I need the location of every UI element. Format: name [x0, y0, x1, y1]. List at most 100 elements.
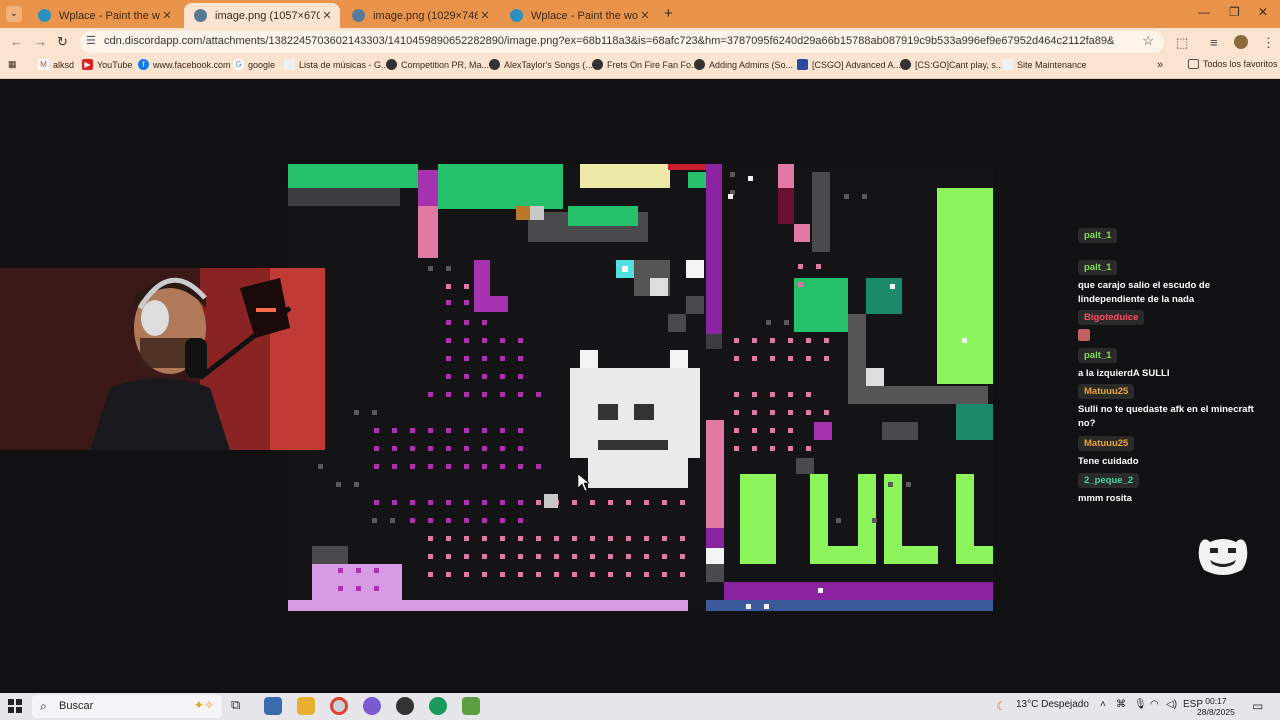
calculator-icon[interactable]	[264, 697, 282, 715]
window-close-icon[interactable]: ✕	[1258, 5, 1268, 19]
bookmark-google[interactable]: Ggoogle	[233, 59, 275, 70]
clock[interactable]: 00:17 28/8/2025	[1197, 696, 1235, 718]
folder-icon	[1188, 59, 1199, 69]
chat-message: Matuuu25 Tene cuidado	[1078, 436, 1139, 469]
chat-username: 2_peque_2	[1078, 473, 1140, 488]
tab-strip: ⌄ Wplace - Paint the world ✕ image.png (…	[0, 0, 1280, 28]
close-icon[interactable]: ✕	[320, 9, 334, 22]
weather-text[interactable]: 13°C Despejado	[1016, 699, 1089, 710]
streamer-webcam	[0, 268, 325, 450]
all-bookmarks[interactable]: Todos los favoritos	[1188, 59, 1278, 69]
network-tray-icon[interactable]: ⌘	[1116, 699, 1126, 710]
wifi-icon[interactable]: ◠	[1150, 699, 1159, 710]
clock-date: 28/8/2025	[1197, 707, 1235, 717]
globe-icon	[510, 9, 523, 22]
chevron-up-icon[interactable]: ˄	[1100, 699, 1106, 710]
page-icon	[1002, 59, 1013, 70]
google-icon: G	[233, 59, 244, 70]
chat-text: Tene cuidado	[1078, 456, 1139, 467]
profile-avatar[interactable]	[1234, 35, 1248, 49]
bookmark-youtube[interactable]: ▶ YouTube	[82, 59, 132, 70]
windows-start-icon[interactable]	[8, 699, 22, 713]
volume-icon[interactable]: ◁)	[1166, 699, 1177, 710]
page-icon	[284, 59, 295, 70]
file-explorer-icon[interactable]	[297, 697, 315, 715]
chat-username: Matuuu25	[1078, 436, 1135, 451]
sparkle-icon: ✦✧	[193, 698, 214, 712]
chat-message: 2_peque_2 mmm rosita	[1078, 473, 1140, 506]
site-info-icon[interactable]: ☰	[86, 34, 96, 47]
bookmark-frets[interactable]: Frets On Fire Fan Fo...	[592, 59, 699, 70]
gmail-icon: M	[38, 59, 49, 70]
bookmark-csgo-cant-play[interactable]: [CS:GO]Cant play, s...	[900, 59, 1003, 70]
chat-text: que carajo salio el escudo de lindependi…	[1078, 280, 1210, 305]
obs-icon[interactable]	[396, 697, 414, 715]
tab-title: image.png (1029×746)	[373, 9, 478, 22]
bookmark-csgo-advanced[interactable]: [CSGO] Advanced A...	[797, 59, 901, 70]
globe-icon	[900, 59, 911, 70]
emote-icon	[1078, 329, 1090, 341]
new-tab-button[interactable]: +	[664, 5, 673, 22]
close-icon[interactable]: ✕	[638, 9, 652, 22]
task-view-icon[interactable]: ⧉	[231, 697, 249, 715]
discord-icon[interactable]	[363, 697, 381, 715]
url-text: cdn.discordapp.com/attachments/138224570…	[104, 35, 1115, 47]
pixel-art-canvas	[288, 164, 993, 611]
bookmark-star-icon[interactable]: ☆	[1142, 33, 1154, 49]
minecraft-icon[interactable]	[462, 697, 480, 715]
pixel-art-image[interactable]	[288, 164, 993, 611]
tab-image-2[interactable]: image.png (1029×746) ✕	[342, 3, 498, 28]
globe-icon	[352, 9, 365, 22]
forward-icon[interactable]: →	[34, 34, 47, 49]
chat-text: mmm rosita	[1078, 493, 1132, 504]
globe-icon	[194, 9, 207, 22]
taskbar: ⌕ Buscar ✦✧ ⧉ ☾ 13°C Despejado ˄ ⌘ 🎙 ◠ ◁…	[0, 693, 1280, 720]
globe-icon	[386, 59, 397, 70]
chat-message: palt_1 a la izquierdA SULLI	[1078, 348, 1170, 381]
tab-search-button[interactable]: ⌄	[6, 6, 22, 22]
chat-message: Bigoteduice	[1078, 310, 1145, 341]
chevron-right-icon[interactable]: »	[1157, 59, 1163, 71]
mic-icon[interactable]: 🎙	[1134, 699, 1147, 710]
clock-time: 00:17	[1205, 696, 1227, 706]
bookmarks-bar: ▦ Malksd ▶ YouTube f www.facebook.com Ggoo…	[0, 56, 1280, 79]
taskbar-search[interactable]: ⌕ Buscar ✦✧	[32, 695, 222, 718]
bookmark-competition[interactable]: Competition PR, Ma...	[386, 59, 489, 70]
bookmark-admins[interactable]: Adding Admins (So...	[694, 59, 793, 70]
tab-wplace-2[interactable]: Wplace - Paint the world ✕	[500, 3, 658, 28]
bookmark-alksd[interactable]: Malksd	[38, 59, 74, 70]
chat-username: Bigoteduice	[1078, 310, 1145, 325]
chrome-icon[interactable]	[330, 697, 348, 715]
close-icon[interactable]: ✕	[478, 9, 492, 22]
notifications-icon[interactable]: ▭	[1252, 699, 1263, 713]
menu-icon[interactable]: ⋮	[1262, 35, 1275, 51]
bookmark-alextaylor[interactable]: AlexTaylor's Songs (...	[489, 59, 593, 70]
stream-chat: palt_1 palt_1 que carajo salio el escudo…	[1078, 228, 1264, 508]
maximize-icon[interactable]: ❐	[1229, 5, 1240, 19]
back-icon[interactable]: ←	[10, 34, 23, 49]
apps-icon[interactable]: ▦	[8, 59, 17, 70]
chat-message: palt_1 que carajo salio el escudo de lin…	[1078, 260, 1258, 307]
tab-title: Wplace - Paint the world	[59, 9, 160, 22]
mascot-icon	[1196, 534, 1250, 578]
minimize-icon[interactable]: —	[1198, 5, 1210, 19]
tab-wplace-1[interactable]: Wplace - Paint the world ✕	[28, 3, 180, 28]
xbox-icon[interactable]	[429, 697, 447, 715]
address-bar[interactable]: ☰ cdn.discordapp.com/attachments/1382245…	[80, 31, 1164, 53]
globe-icon	[38, 9, 51, 22]
tab-image-active[interactable]: image.png (1057×670) ✕	[184, 3, 340, 28]
extensions-icon[interactable]: ⬚	[1176, 35, 1188, 51]
bookmark-musicas[interactable]: Lista de músicas - G...	[284, 59, 389, 70]
chat-message: palt_1	[1078, 228, 1118, 243]
tab-title: image.png (1057×670)	[215, 9, 320, 22]
globe-icon	[694, 59, 705, 70]
bookmark-facebook[interactable]: f www.facebook.com	[138, 59, 231, 70]
toolbar: ← → ↻ ☰ cdn.discordapp.com/attachments/1…	[0, 28, 1280, 56]
chat-username: palt_1	[1078, 228, 1118, 243]
close-icon[interactable]: ✕	[160, 9, 174, 22]
media-icon[interactable]: ≡	[1210, 35, 1218, 50]
chat-text: a la izquierdA SULLI	[1078, 368, 1170, 379]
reload-icon[interactable]: ↻	[57, 34, 68, 50]
webcam-feed	[0, 268, 325, 450]
bookmark-site-maintenance[interactable]: Site Maintenance	[1002, 59, 1087, 70]
